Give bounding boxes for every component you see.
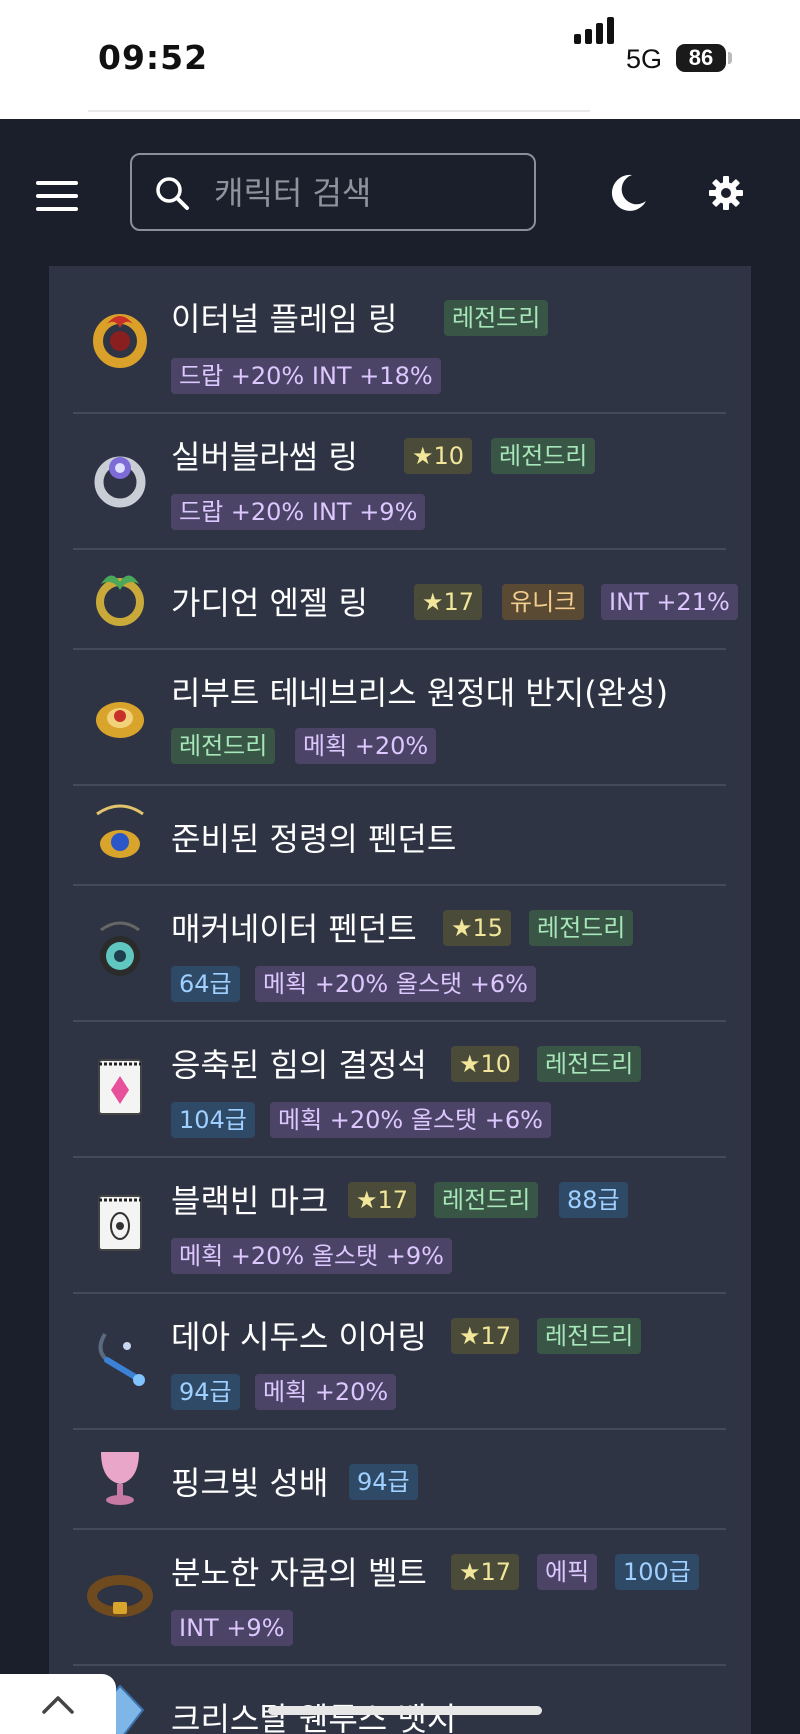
stat-badge: 메획 +20% 올스탯 +6% — [270, 1102, 551, 1138]
unique-badge: 유니크 — [502, 584, 585, 620]
epic-badge: 에픽 — [537, 1554, 598, 1590]
item-name: 가디언 엔젤 링 — [171, 584, 368, 622]
item-name: 준비된 정령의 펜던트 — [171, 820, 457, 858]
grade-badge: 64급 — [171, 966, 240, 1002]
star-badge: ★15 — [443, 910, 512, 946]
grade-badge: 94급 — [349, 1464, 418, 1500]
earring-icon — [98, 1332, 145, 1386]
scroll-top-button[interactable] — [0, 1674, 116, 1734]
item-name: 실버블라썸 링 — [171, 438, 358, 476]
legendary-badge: 레전드리 — [434, 1182, 539, 1218]
star-icon: ★ — [459, 1322, 481, 1350]
list-item[interactable]: 매커네이터 펜던트 ★15 레전드리 64급 메획 +20% 올스탯 +6% — [73, 884, 726, 1022]
ring-flame-icon — [93, 314, 147, 368]
stat-badge: 메획 +20% 올스탯 +9% — [171, 1238, 452, 1274]
star-icon: ★ — [459, 1050, 481, 1078]
chevron-up-icon — [42, 1696, 74, 1714]
star-icon: ★ — [356, 1186, 378, 1214]
stat-badge: 메획 +20% — [255, 1374, 397, 1410]
list-item[interactable]: 블랙빈 마크 ★17 레전드리 88급 메획 +20% 올스탯 +9% — [73, 1156, 726, 1294]
stat-badge: INT +9% — [171, 1610, 293, 1646]
pendant-spirit-icon — [96, 804, 144, 858]
grade-badge: 104급 — [171, 1102, 255, 1138]
legendary-badge: 레전드리 — [537, 1318, 642, 1354]
star-badge: ★17 — [451, 1554, 520, 1590]
ring-tenebris-icon — [96, 702, 144, 738]
moon-icon[interactable] — [608, 173, 648, 213]
list-item[interactable]: 데아 시두스 이어링 ★17 레전드리 94급 메획 +20% — [73, 1292, 726, 1430]
crystal-icon — [98, 1059, 142, 1115]
search-input[interactable] — [212, 167, 516, 219]
pendant-mech-icon — [100, 921, 140, 976]
legendary-badge: 레전드리 — [444, 300, 549, 336]
mark-icon — [98, 1195, 142, 1251]
ring-silver-icon — [94, 456, 146, 508]
star-icon: ★ — [412, 442, 434, 470]
top-bar — [0, 119, 800, 265]
star-badge: ★17 — [414, 584, 483, 620]
gear-icon[interactable] — [708, 175, 744, 211]
search-icon — [156, 177, 189, 210]
clock: 09:52 — [98, 38, 209, 77]
ring-guardian-icon — [96, 575, 144, 626]
item-name: 분노한 자쿰의 벨트 — [171, 1554, 427, 1592]
network-label: 5G — [626, 44, 663, 74]
list-item[interactable]: 가디언 엔젤 링 ★17 유니크 INT +21% — [73, 548, 738, 650]
legendary-badge: 레전드리 — [491, 438, 596, 474]
item-name: 응축된 힘의 결정석 — [171, 1046, 427, 1084]
list-item[interactable]: 실버블라썸 링 ★10 레전드리 드랍 +20% INT +9% — [73, 412, 726, 550]
grade-badge: 100급 — [615, 1554, 699, 1590]
grade-badge: 94급 — [171, 1374, 240, 1410]
stat-badge: 드랍 +20% INT +18% — [171, 358, 441, 394]
list-item[interactable]: 분노한 자쿰의 벨트 ★17 에픽 100급 INT +9% — [73, 1528, 726, 1666]
list-item[interactable]: 리부트 테네브리스 원정대 반지(완성) 레전드리 메획 +20% — [73, 648, 726, 786]
battery-nub — [728, 52, 732, 64]
star-badge: ★10 — [404, 438, 473, 474]
item-list: 이터널 플레임 링 레전드리 드랍 +20% INT +18% 실버블라썸 링 … — [49, 266, 751, 1734]
legendary-badge: 레전드리 — [537, 1046, 642, 1082]
item-name: 핑크빛 성배 — [171, 1464, 329, 1502]
item-name: 데아 시두스 이어링 — [171, 1318, 427, 1356]
item-name: 블랙빈 마크 — [171, 1182, 329, 1220]
search-box[interactable] — [130, 153, 536, 231]
status-divider — [88, 110, 590, 112]
star-badge: ★17 — [451, 1318, 520, 1354]
stat-badge: 메획 +20% 올스탯 +6% — [255, 966, 536, 1002]
list-item[interactable]: 준비된 정령의 펜던트 — [73, 784, 726, 886]
stat-badge: 메획 +20% — [295, 728, 437, 764]
belt-icon — [87, 1575, 153, 1617]
chalice-icon — [101, 1452, 139, 1505]
star-icon: ★ — [459, 1558, 481, 1586]
home-indicator — [268, 1706, 542, 1715]
list-item[interactable]: 응축된 힘의 결정석 ★10 레전드리 104급 메획 +20% 올스탯 +6% — [73, 1020, 726, 1158]
star-icon: ★ — [451, 914, 473, 942]
battery-icon: 86 — [676, 44, 726, 72]
legendary-badge: 레전드리 — [529, 910, 634, 946]
star-icon: ★ — [422, 588, 444, 616]
legendary-badge: 레전드리 — [171, 728, 276, 764]
list-item[interactable]: 크리스탈 웬투스 뱃지 — [73, 1664, 726, 1734]
list-item[interactable]: 핑크빛 성배 94급 — [73, 1428, 726, 1530]
stat-badge: INT +21% — [601, 584, 738, 620]
item-name: 매커네이터 펜던트 — [171, 910, 417, 948]
grade-badge: 88급 — [559, 1182, 628, 1218]
item-name: 이터널 플레임 링 — [171, 300, 398, 338]
star-badge: ★10 — [451, 1046, 520, 1082]
stat-badge: 드랍 +20% INT +9% — [171, 494, 426, 530]
list-item[interactable]: 이터널 플레임 링 레전드리 드랍 +20% INT +18% — [73, 266, 726, 414]
status-bar: 09:52 5G 86 — [0, 0, 800, 119]
hamburger-menu-icon[interactable] — [36, 181, 78, 211]
item-name: 리부트 테네브리스 원정대 반지(완성) — [171, 674, 669, 712]
star-badge: ★17 — [348, 1182, 417, 1218]
